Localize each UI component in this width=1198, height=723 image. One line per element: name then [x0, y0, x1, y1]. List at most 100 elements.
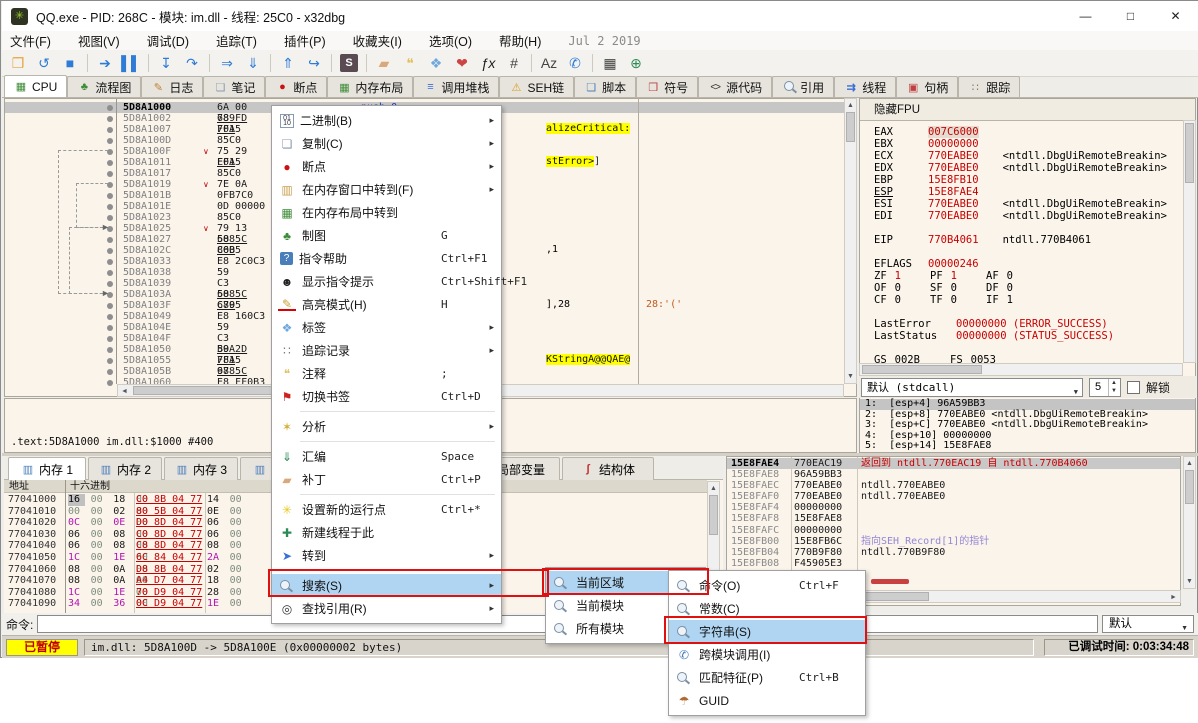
- registers-vertical-scrollbar[interactable]: [1183, 120, 1196, 363]
- tab-references[interactable]: 引用: [772, 76, 834, 97]
- favorites-icon[interactable]: ❤: [450, 52, 474, 74]
- hex-byte[interactable]: 00: [230, 517, 247, 529]
- toolbar-separator[interactable]: [145, 52, 152, 74]
- tab-threads[interactable]: ⇉ 线程: [834, 76, 896, 97]
- patch-icon[interactable]: ▰: [372, 52, 396, 74]
- toolbar-separator[interactable]: [363, 52, 370, 74]
- hex-byte[interactable]: 0A: [113, 564, 130, 576]
- call-export-icon[interactable]: ✆: [563, 52, 587, 74]
- scroll-right-icon[interactable]: ►: [1168, 592, 1179, 603]
- argument-count-stepper[interactable]: 5▲▼: [1089, 378, 1121, 397]
- menu-item[interactable]: ☻ 显示指令提示 Ctrl+Shift+F1: [272, 270, 501, 293]
- hex-byte[interactable]: 0E: [207, 506, 224, 518]
- register-value[interactable]: 770EABE0: [928, 150, 979, 162]
- tab-struct[interactable]: ʃ结构体: [562, 457, 654, 480]
- hex-byte[interactable]: 2A: [207, 552, 224, 564]
- tab-call-stack[interactable]: ≡ 调用堆栈: [413, 76, 499, 97]
- tab-notes[interactable]: ❏ 笔记: [203, 76, 265, 97]
- hex-byte[interactable]: 14: [207, 494, 224, 506]
- hex-byte[interactable]: 00: [230, 506, 247, 518]
- hex-byte[interactable]: 08: [207, 540, 224, 552]
- labels-icon[interactable]: ❖: [424, 52, 448, 74]
- menu-item[interactable]: ✎ 高亮模式(H) H: [272, 293, 501, 316]
- tab-memory-3[interactable]: ▥内存 3: [164, 457, 238, 480]
- az-icon[interactable]: Az: [537, 52, 561, 74]
- hex-byte[interactable]: 02: [113, 506, 130, 518]
- stepper-arrows-icon[interactable]: ▲▼: [1108, 379, 1119, 396]
- tab-memory-2[interactable]: ▥内存 2: [88, 457, 162, 480]
- unlock-checkbox[interactable]: [1127, 381, 1140, 394]
- stack-row[interactable]: 15E8FAF0 770EABE0 ntdll.770EABE0: [727, 491, 1180, 502]
- hex-byte[interactable]: 28: [207, 587, 224, 599]
- register-value[interactable]: 770B4061: [928, 234, 979, 246]
- command-scope-select[interactable]: 默认▼: [1102, 615, 1194, 633]
- register-value[interactable]: 00000000: [928, 138, 979, 150]
- hex-byte[interactable]: 0A: [113, 575, 130, 587]
- hex-byte[interactable]: 00: [230, 529, 247, 541]
- scrollbar-thumb[interactable]: [846, 112, 855, 142]
- menu-item[interactable]: ♣ 制图 G: [272, 224, 501, 247]
- register-value[interactable]: 770EABE0: [928, 162, 979, 174]
- tab-breakpoints[interactable]: ● 断点: [265, 76, 327, 97]
- register-value[interactable]: 770EABE0: [928, 198, 979, 210]
- scrollbar-thumb[interactable]: [709, 495, 718, 535]
- hex-byte[interactable]: 00: [230, 587, 247, 599]
- stack-row[interactable]: 15E8FB08 F45905E3: [727, 558, 1180, 569]
- menu-item[interactable]: ? 指令帮助 Ctrl+F1: [272, 247, 501, 270]
- run-to-user-code-icon[interactable]: ↪: [302, 52, 326, 74]
- menu-item[interactable]: ☂ GUID: [669, 689, 865, 712]
- stack-row[interactable]: 15E8FAF4 00000000: [727, 502, 1180, 513]
- tab-handles[interactable]: ▣ 句柄: [896, 76, 958, 97]
- stack-row[interactable]: 15E8FAE4 770EAC19 返回到 ntdll.770EAC19 自 n…: [727, 458, 1180, 469]
- scroll-down-icon[interactable]: ▼: [1184, 576, 1195, 587]
- register-value[interactable]: 15E8FB10: [928, 174, 979, 186]
- hex-byte[interactable]: 00: [68, 506, 85, 518]
- hex-byte[interactable]: 00: [230, 575, 247, 587]
- open-file-icon[interactable]: ❒: [6, 52, 30, 74]
- scroll-up-icon[interactable]: ▲: [1184, 458, 1195, 469]
- register-value[interactable]: 15E8FAE4: [928, 186, 979, 198]
- fx-icon[interactable]: ƒx: [476, 52, 500, 74]
- stack-row[interactable]: 15E8FAF8 15E8FAE8: [727, 513, 1180, 524]
- registers-horizontal-scrollbar[interactable]: [859, 363, 1183, 376]
- hex-byte[interactable]: 16: [68, 494, 85, 506]
- hex-byte[interactable]: 06: [68, 540, 85, 552]
- tab-log[interactable]: ✎ 日志: [141, 76, 203, 97]
- tab-memory-1[interactable]: ▥内存 1: [8, 457, 86, 481]
- step-over-icon[interactable]: ↷: [180, 52, 204, 74]
- hex-byte[interactable]: 08: [113, 529, 130, 541]
- hex-byte[interactable]: 0E: [113, 517, 130, 529]
- stack-row[interactable]: 15E8FB04 770B9F80 ntdll.770B9F80: [727, 547, 1180, 558]
- scrollbar-thumb[interactable]: [862, 365, 982, 374]
- close-button[interactable]: ✕: [1153, 1, 1198, 31]
- hex-byte[interactable]: 0C: [68, 517, 85, 529]
- hex-byte[interactable]: 18: [207, 575, 224, 587]
- menu-item[interactable]: ❖ 标签 ▸: [272, 316, 501, 339]
- menu-item[interactable]: [272, 491, 501, 498]
- stack-vertical-scrollbar[interactable]: ▲ ▼: [1183, 456, 1196, 589]
- hex-byte[interactable]: 00: [91, 506, 108, 518]
- tab-seh[interactable]: ⚠ SEH链: [499, 76, 574, 97]
- toolbar-separator[interactable]: [84, 52, 91, 74]
- title-bar[interactable]: ✳ QQ.exe - PID: 268C - 模块: im.dll - 线程: …: [2, 1, 1198, 31]
- argument-row[interactable]: 5: [esp+14] 15E8FAE8: [860, 441, 1195, 452]
- pause-icon[interactable]: ▌▌: [119, 52, 143, 74]
- stack-row[interactable]: 15E8FAEC 770EABE0 ntdll.770EABE0: [727, 480, 1180, 491]
- menu-favourites[interactable]: 收藏夹(I): [353, 31, 402, 50]
- hex-byte[interactable]: 08: [113, 540, 130, 552]
- hex-byte[interactable]: 06: [207, 529, 224, 541]
- menu-item[interactable]: ⚑ 切换书签 Ctrl+D: [272, 385, 501, 408]
- menu-item[interactable]: [272, 408, 501, 415]
- column-hex[interactable]: 十六进制: [70, 480, 110, 493]
- menu-item[interactable]: 01 10 二进制(B) ▸: [272, 109, 501, 132]
- hex-byte[interactable]: 1E: [207, 598, 224, 610]
- menu-item[interactable]: ✚ 新建线程于此: [272, 521, 501, 544]
- argument-row[interactable]: 1: [esp+4] 96A59BB3: [860, 399, 1195, 410]
- calling-convention-select[interactable]: 默认 (stdcall)▼: [861, 378, 1083, 397]
- menu-trace[interactable]: 追踪(T): [216, 31, 257, 50]
- step-out-icon[interactable]: ⇓: [241, 52, 265, 74]
- column-address[interactable]: 地址: [9, 480, 29, 493]
- hex-byte[interactable]: 06: [207, 517, 224, 529]
- menu-item[interactable]: ❏ 复制(C) ▸: [272, 132, 501, 155]
- toolbar-separator[interactable]: [267, 52, 274, 74]
